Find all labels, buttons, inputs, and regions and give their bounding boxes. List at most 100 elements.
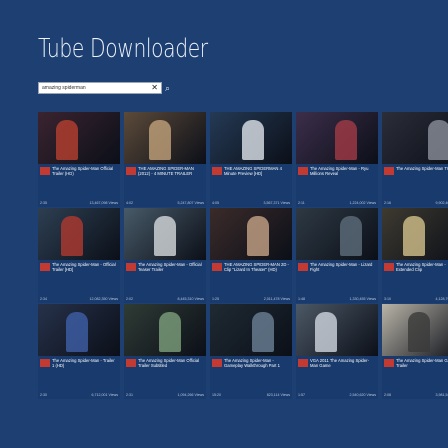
video-thumbnail[interactable] — [38, 208, 120, 260]
thumbnail-figure — [242, 120, 264, 160]
video-thumbnail[interactable] — [296, 208, 378, 260]
video-tile[interactable]: The Amazing Spider-Man - Gameplay Walkth… — [210, 304, 292, 399]
video-thumbnail[interactable] — [296, 304, 378, 356]
video-length: 4:05 — [212, 201, 219, 205]
thumbnail-figure — [154, 216, 176, 256]
video-tile[interactable]: THE AMAZING SPIDER-MAN (2012) - 4 MINUTE… — [124, 112, 206, 207]
channel-avatar — [126, 359, 136, 367]
video-tile[interactable]: The Amazing Spider-Man - Trailer 1 (HD) 2… — [38, 304, 120, 399]
video-title: The Amazing Spider-Man - Official Traile… — [52, 262, 116, 272]
video-tile[interactable]: THE AMAZING SPIDERMAN 4 Minute Preview [… — [210, 112, 292, 207]
video-meta: 2:31 1,094,266 Views — [126, 393, 204, 397]
video-meta: 2:16 9,902,401 Views — [384, 201, 448, 205]
video-length: 2:35 — [40, 201, 47, 205]
video-views: 4,128,799 Views — [435, 297, 448, 301]
video-title: THE AMAZING SPIDERMAN 4 Minute Preview [… — [224, 166, 282, 176]
video-tile[interactable]: THE AMAZING SPIDER-MAN 2D - Clip "Lizard… — [210, 208, 292, 303]
video-thumbnail[interactable] — [296, 112, 378, 164]
channel-avatar — [384, 167, 394, 175]
channel-avatar — [298, 359, 308, 367]
video-meta: 2:02 8,445,310 Views — [126, 297, 204, 301]
video-info: THE AMAZING SPIDER-MAN 2D - Clip "Lizard… — [210, 260, 292, 303]
thumbnail-figure — [403, 216, 425, 256]
video-meta: 3:10 4,128,799 Views — [384, 297, 448, 301]
video-title: The Amazing Spider-Man - Ryu Millions Re… — [310, 166, 369, 176]
video-tile[interactable]: The Amazing Spider-Man - Extended Clip 3:… — [382, 208, 448, 303]
video-tile[interactable]: The Amazing Spider-Man Game Trailer 2:08 3… — [382, 304, 448, 399]
video-length: 3:10 — [384, 297, 391, 301]
video-tile[interactable]: The Amazing Spider-Man Trailer 2 2:16 9,90… — [382, 112, 448, 207]
video-length: 4:02 — [126, 201, 133, 205]
video-tile[interactable]: The Amazing Spider-Man Official Trailer … — [124, 304, 206, 399]
video-views: 1,094,266 Views — [177, 393, 204, 397]
video-meta: 1:57 2,540,620 Views — [298, 393, 376, 397]
thumbnail-figure — [428, 120, 448, 160]
video-info: The Amazing Spider-Man Trailer 2 2:16 9,90… — [382, 164, 448, 207]
video-thumbnail[interactable] — [38, 304, 120, 356]
video-views: 8,445,310 Views — [177, 297, 204, 301]
video-title: The Amazing Spider-Man - Lizard Fight — [310, 262, 373, 272]
video-views: 6,712,001 Views — [91, 393, 118, 397]
video-views: 5,247,807 Views — [177, 201, 204, 205]
video-tile[interactable]: The Amazing Spider-Man - Lizard Fight 1:4… — [296, 208, 378, 303]
video-info: The Amazing Spider-Man - Official Traile… — [38, 260, 120, 303]
video-views: 13,467,098 Views — [89, 201, 118, 205]
video-meta: 1:25 2,011,478 Views — [212, 297, 290, 301]
video-thumbnail[interactable] — [124, 304, 206, 356]
video-meta: 15:20 823,114 Views — [212, 393, 290, 397]
channel-avatar — [40, 167, 50, 175]
search-icon[interactable]: ⌕ — [165, 83, 170, 93]
channel-avatar — [384, 359, 394, 367]
channel-avatar — [40, 359, 50, 367]
thumbnail-figure — [56, 120, 78, 160]
video-meta: 2:08 3,981,540 Views — [384, 393, 448, 397]
video-title: The Amazing Spider-Man - Gameplay Walkth… — [224, 358, 280, 368]
video-thumbnail[interactable] — [124, 208, 206, 260]
video-title: The Amazing Spider-Man Trailer 2 — [396, 166, 448, 171]
video-length: 2:31 — [126, 393, 133, 397]
video-title: The Amazing Spider-Man - Extended Clip — [396, 262, 446, 272]
search-box[interactable]: ✕ — [38, 82, 162, 94]
video-tile[interactable]: The Amazing Spider-Man Official Trailer … — [38, 112, 120, 207]
video-title: The Amazing Spider-Man Game Trailer — [396, 358, 448, 368]
video-tile[interactable]: VGA 2011 The Amazing Spider-Man Game 1:57… — [296, 304, 378, 399]
video-views: 2,011,478 Views — [263, 297, 290, 301]
close-icon[interactable]: ✕ — [151, 83, 158, 93]
video-thumbnail[interactable] — [382, 208, 448, 260]
video-length: 1:57 — [298, 393, 305, 397]
video-tile[interactable]: The Amazing Spider-Man - Official Teaser… — [124, 208, 206, 303]
video-info: The Amazing Spider-Man - Gameplay Walkth… — [210, 356, 292, 399]
video-views: 3,981,540 Views — [435, 393, 448, 397]
video-info: The Amazing Spider-Man - Trailer 1 (HD) 2… — [38, 356, 120, 399]
video-meta: 4:05 3,567,371 Views — [212, 201, 290, 205]
video-views: 9,902,401 Views — [435, 201, 448, 205]
video-title: THE AMAZING SPIDER-MAN 2D - Clip "Lizard… — [224, 262, 289, 272]
video-thumbnail[interactable] — [210, 208, 292, 260]
video-views: 2,540,620 Views — [349, 393, 376, 397]
video-info: The Amazing Spider-Man - Extended Clip 3:… — [382, 260, 448, 303]
channel-avatar — [212, 359, 222, 367]
video-tile[interactable]: The Amazing Spider-Man - Official Traile… — [38, 208, 120, 303]
video-thumbnail[interactable] — [210, 112, 292, 164]
video-thumbnail[interactable] — [382, 112, 448, 164]
thumbnail-figure — [315, 312, 337, 352]
video-views: 823,114 Views — [266, 393, 290, 397]
thumbnail-figure — [61, 216, 83, 256]
thumbnail-figure — [340, 216, 362, 256]
video-info: The Amazing Spider-Man Official Trailer … — [38, 164, 120, 207]
video-tile[interactable]: The Amazing Spider-Man - Ryu Millions Re… — [296, 112, 378, 207]
channel-avatar — [298, 167, 308, 175]
channel-avatar — [384, 263, 394, 271]
video-length: 1:48 — [298, 297, 305, 301]
video-thumbnail[interactable] — [38, 112, 120, 164]
video-length: 2:34 — [40, 297, 47, 301]
video-thumbnail[interactable] — [124, 112, 206, 164]
video-title: The Amazing Spider-Man Official Trailer … — [138, 358, 200, 368]
video-meta: 2:11 1,224,002 Views — [298, 201, 376, 205]
thumbnail-figure — [252, 312, 274, 352]
channel-avatar — [212, 167, 222, 175]
video-title: VGA 2011 The Amazing Spider-Man Game — [310, 358, 369, 368]
search-input[interactable] — [42, 83, 152, 93]
video-thumbnail[interactable] — [210, 304, 292, 356]
video-thumbnail[interactable] — [382, 304, 448, 356]
